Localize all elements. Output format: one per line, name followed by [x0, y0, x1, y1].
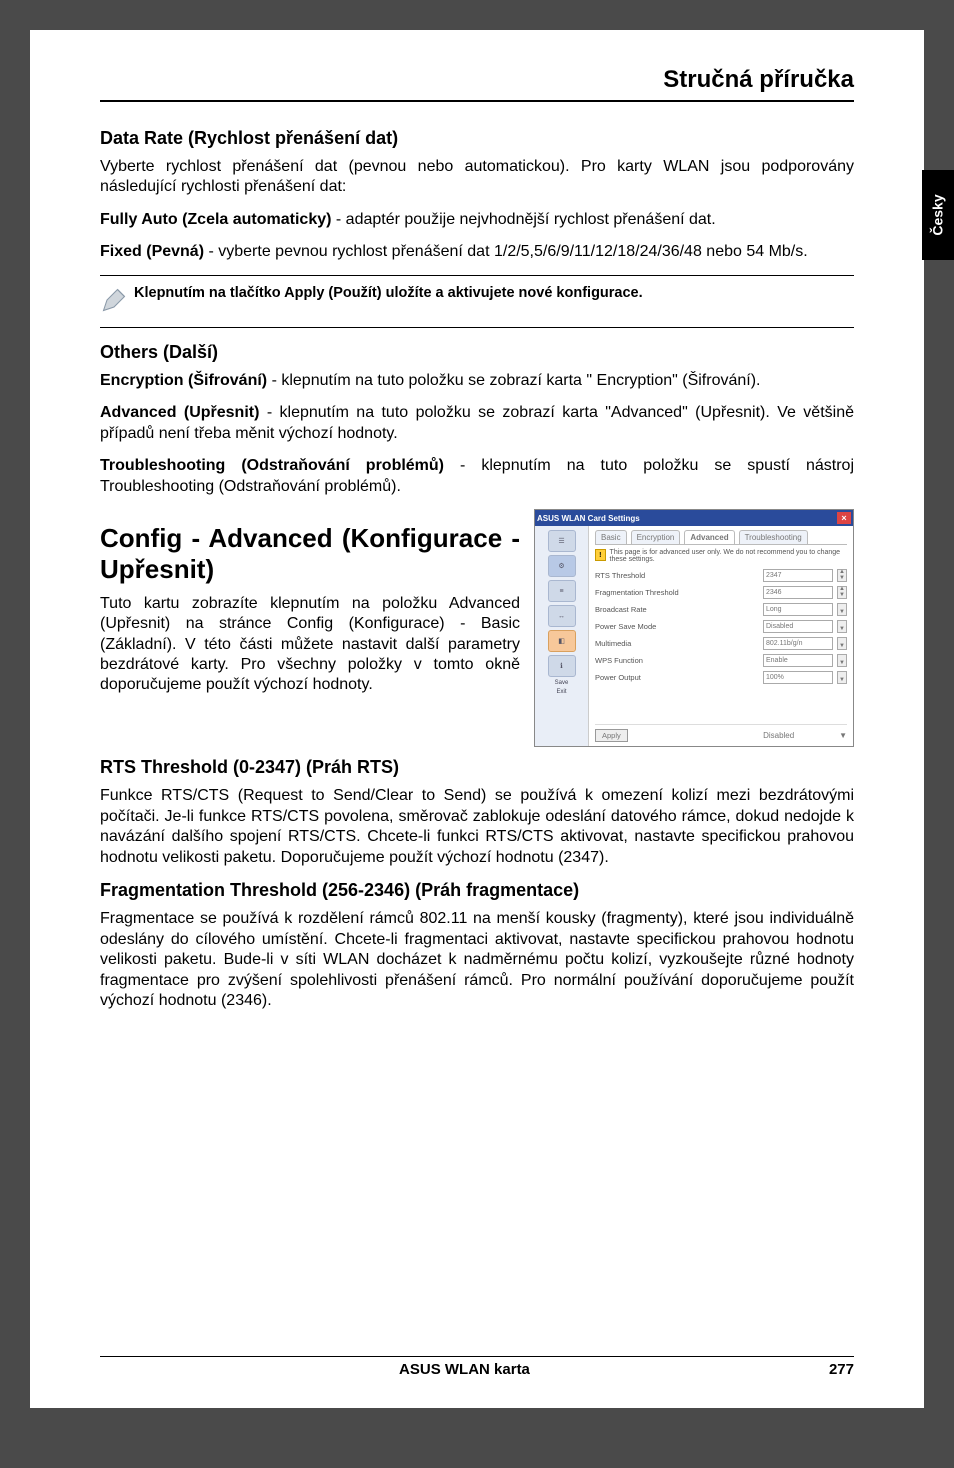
warning-text: This page is for advanced user only. We …	[610, 549, 847, 563]
field-label: Power Output	[595, 673, 759, 682]
spinner-icon[interactable]: ▲▼	[837, 586, 847, 599]
dropdown-icon[interactable]: ▼	[837, 603, 847, 616]
window-sidebar: ☰ ⚙ ≡ ↔ ◧ ℹ Save Exit	[535, 526, 589, 746]
data-rate-fixed: Fixed (Pevná) - vyberte pevnou rychlost …	[100, 242, 854, 262]
field-label: Multimedia	[595, 639, 759, 648]
settings-window: ASUS WLAN Card Settings × ☰ ⚙ ≡ ↔ ◧ ℹ Sa…	[534, 509, 854, 747]
fixed-label: Fixed (Pevná)	[100, 243, 204, 260]
section-frag-heading: Fragmentation Threshold (256-2346) (Práh…	[100, 880, 854, 901]
window-title: ASUS WLAN Card Settings	[537, 514, 640, 523]
sidebar-link-icon[interactable]: ↔	[548, 605, 576, 627]
note-text: Klepnutím na tlačítko Apply (Použít) ulo…	[134, 284, 643, 303]
sidebar-save-label: Save	[555, 680, 569, 686]
close-icon[interactable]: ×	[837, 512, 851, 524]
dropdown-icon[interactable]: ▼	[837, 620, 847, 633]
others-encryption: Encryption (Šifrování) - klepnutím na tu…	[100, 371, 854, 391]
window-titlebar: ASUS WLAN Card Settings ×	[535, 510, 853, 526]
warning-row: ! This page is for advanced user only. W…	[595, 549, 847, 563]
frag-input[interactable]: 2346	[763, 586, 833, 599]
wps-select[interactable]: Enable	[763, 654, 833, 667]
fully-auto-label: Fully Auto (Zcela automaticky)	[100, 211, 331, 228]
spinner-icon[interactable]: ▲▼	[837, 569, 847, 582]
rts-para: Funkce RTS/CTS (Request to Send/Clear to…	[100, 786, 854, 868]
language-tab-label: Česky	[930, 194, 946, 235]
powersave-select[interactable]: Disabled	[763, 620, 833, 633]
sidebar-about-icon[interactable]: ℹ	[548, 655, 576, 677]
field-row: Broadcast Rate Long ▼	[595, 603, 847, 616]
data-rate-fully-auto: Fully Auto (Zcela automaticky) - adaptér…	[100, 210, 854, 230]
field-row: WPS Function Enable ▼	[595, 654, 847, 667]
fixed-text: - vyberte pevnou rychlost přenášení dat …	[204, 243, 808, 260]
section-data-rate-heading: Data Rate (Rychlost přenášení dat)	[100, 128, 854, 149]
status-select[interactable]: Disabled	[763, 731, 833, 740]
footer-center: ASUS WLAN karta	[399, 1361, 530, 1378]
apply-button[interactable]: Apply	[595, 729, 628, 742]
window-body: ☰ ⚙ ≡ ↔ ◧ ℹ Save Exit Basic Encryption	[535, 526, 853, 746]
warning-icon: !	[595, 549, 606, 561]
tab-basic[interactable]: Basic	[595, 530, 627, 544]
tab-troubleshooting[interactable]: Troubleshooting	[739, 530, 808, 544]
tab-advanced[interactable]: Advanced	[684, 530, 734, 544]
page-header: Stručná příručka	[100, 66, 854, 102]
field-label: WPS Function	[595, 656, 759, 665]
field-label: Broadcast Rate	[595, 605, 759, 614]
sidebar-config-icon[interactable]: ⚙	[548, 555, 576, 577]
rts-input[interactable]: 2347	[763, 569, 833, 582]
pencil-icon	[100, 284, 134, 319]
config-advanced-row: Config - Advanced (Konfigurace - Upřesni…	[100, 509, 854, 747]
encryption-text: - klepnutím na tuto položku se zobrazí k…	[267, 372, 760, 389]
config-advanced-heading: Config - Advanced (Konfigurace - Upřesni…	[100, 523, 520, 585]
page-footer: ASUS WLAN karta 277	[100, 1356, 854, 1378]
dropdown-icon[interactable]: ▼	[837, 654, 847, 667]
sidebar-survey-icon[interactable]: ≡	[548, 580, 576, 602]
broadcast-select[interactable]: Long	[763, 603, 833, 616]
section-rts-heading: RTS Threshold (0-2347) (Práh RTS)	[100, 757, 854, 778]
config-advanced-left: Config - Advanced (Konfigurace - Upřesni…	[100, 509, 520, 747]
fields: RTS Threshold 2347 ▲▼ Fragmentation Thre…	[595, 569, 847, 684]
window-bottom: Apply Disabled ▼	[595, 724, 847, 742]
frag-para: Fragmentace se používá k rozdělení rámců…	[100, 909, 854, 1011]
note-block: Klepnutím na tlačítko Apply (Použít) ulo…	[100, 275, 854, 328]
field-row: Multimedia 802.11b/g/n ▼	[595, 637, 847, 650]
field-label: Power Save Mode	[595, 622, 759, 631]
field-row: RTS Threshold 2347 ▲▼	[595, 569, 847, 582]
encryption-label: Encryption (Šifrování)	[100, 372, 267, 389]
dropdown-icon[interactable]: ▼	[837, 637, 847, 650]
window-tabs: Basic Encryption Advanced Troubleshootin…	[595, 530, 847, 545]
field-label: Fragmentation Threshold	[595, 588, 759, 597]
others-advanced: Advanced (Upřesnit) - klepnutím na tuto …	[100, 403, 854, 444]
dropdown-icon[interactable]: ▼	[837, 671, 847, 684]
power-output-select[interactable]: 100%	[763, 671, 833, 684]
tab-encryption[interactable]: Encryption	[631, 530, 681, 544]
window-main: Basic Encryption Advanced Troubleshootin…	[589, 526, 853, 746]
fully-auto-text: - adaptér použije nejvhodnější rychlost …	[331, 211, 715, 228]
page: Stručná příručka Česky Data Rate (Rychlo…	[30, 30, 924, 1408]
dropdown-icon[interactable]: ▼	[839, 731, 847, 740]
multimedia-select[interactable]: 802.11b/g/n	[763, 637, 833, 650]
field-row: Power Save Mode Disabled ▼	[595, 620, 847, 633]
sidebar-status-icon[interactable]: ☰	[548, 530, 576, 552]
sidebar-exit-label: Exit	[556, 689, 566, 695]
sidebar-ipconfig-icon[interactable]: ◧	[548, 630, 576, 652]
field-row: Power Output 100% ▼	[595, 671, 847, 684]
field-row: Fragmentation Threshold 2346 ▲▼	[595, 586, 847, 599]
config-advanced-para: Tuto kartu zobrazíte klepnutím na položk…	[100, 594, 520, 696]
troubleshooting-label: Troubleshooting (Odstraňování problémů)	[100, 457, 444, 474]
others-troubleshooting: Troubleshooting (Odstraňování problémů) …	[100, 456, 854, 497]
footer-page-number: 277	[829, 1361, 854, 1378]
field-label: RTS Threshold	[595, 571, 759, 580]
language-tab: Česky	[922, 170, 954, 260]
section-others-heading: Others (Další)	[100, 342, 854, 363]
data-rate-intro: Vyberte rychlost přenášení dat (pevnou n…	[100, 157, 854, 198]
config-advanced-screenshot-wrap: ASUS WLAN Card Settings × ☰ ⚙ ≡ ↔ ◧ ℹ Sa…	[534, 509, 854, 747]
advanced-label: Advanced (Upřesnit)	[100, 404, 259, 421]
